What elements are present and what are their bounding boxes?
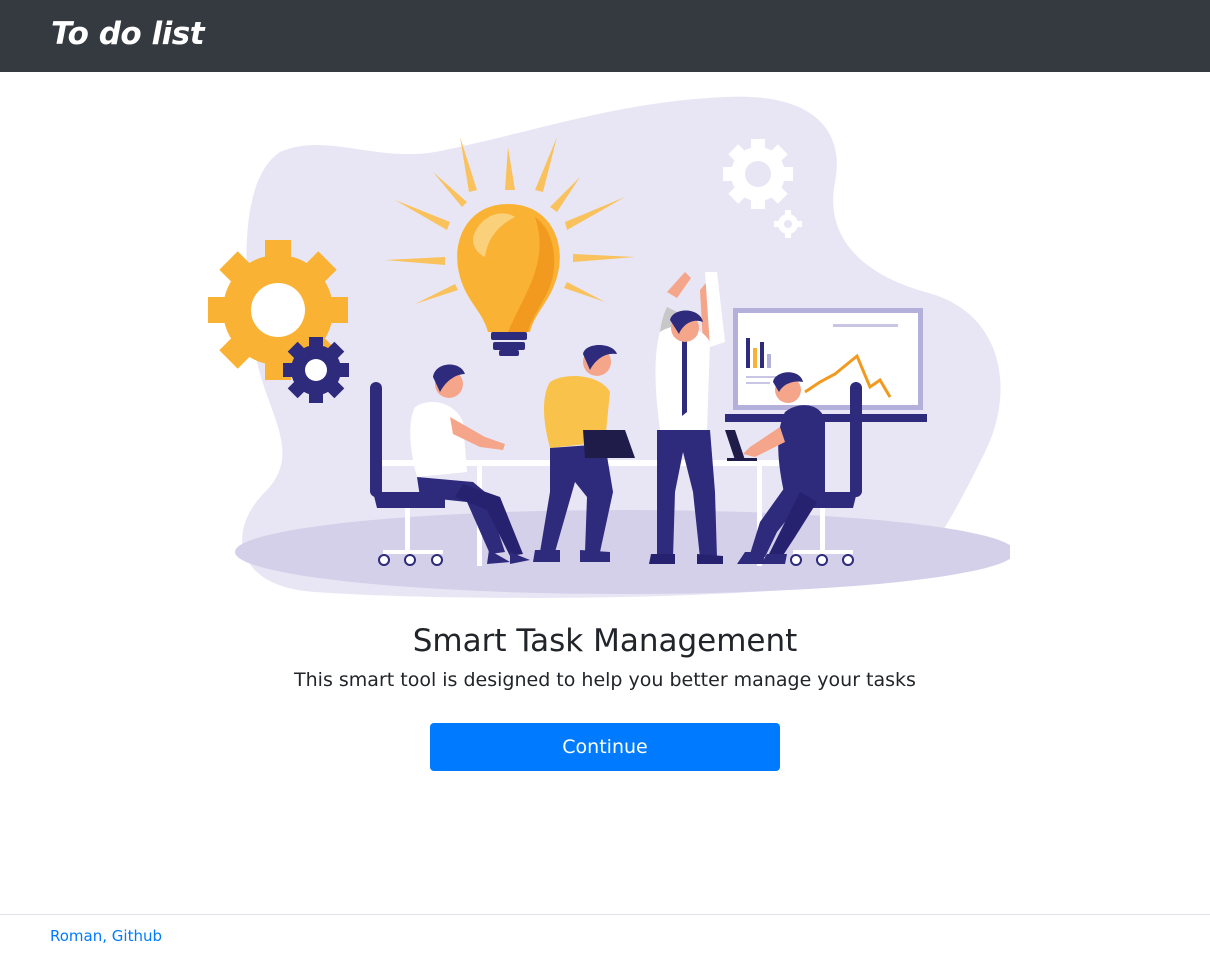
navbar: To do list xyxy=(0,0,1210,72)
footer-credit-link[interactable]: Roman, Github xyxy=(50,927,162,945)
presentation-board xyxy=(725,308,927,422)
team-brainstorm-illustration xyxy=(208,96,1010,598)
page-subtitle: This smart tool is designed to help you … xyxy=(294,669,916,691)
footer: Roman, Github xyxy=(0,914,1210,964)
continue-button[interactable]: Continue xyxy=(430,723,780,771)
brand-title[interactable]: To do list xyxy=(51,14,205,54)
gear-icon xyxy=(283,337,349,403)
page-title: Smart Task Management xyxy=(412,623,798,659)
gear-icon xyxy=(723,139,793,209)
floor-ellipse xyxy=(235,510,1010,594)
